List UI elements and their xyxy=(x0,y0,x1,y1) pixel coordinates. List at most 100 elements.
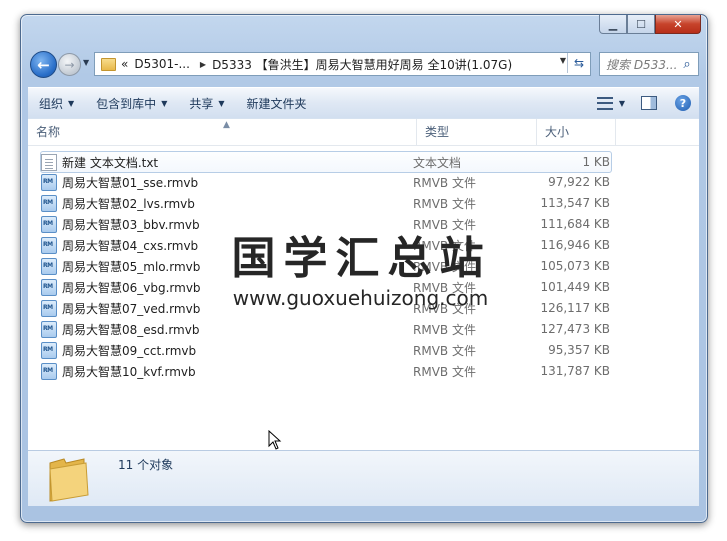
forward-button[interactable]: → xyxy=(58,53,81,76)
item-count: 11 个对象 xyxy=(118,458,174,472)
file-size: 95,357 KB xyxy=(548,343,610,357)
caption-buttons: ▁ ☐ ✕ xyxy=(599,15,701,34)
navigation-bar: ← → ▼ « D5301-... ▶ D5333 【鲁洪生】周易大智慧用好周易… xyxy=(28,50,699,78)
address-bar[interactable]: « D5301-... ▶ D5333 【鲁洪生】周易大智慧用好周易 全10讲(… xyxy=(94,52,591,76)
sort-ascending-icon: ▲ xyxy=(223,120,230,130)
rmvb-file-icon xyxy=(41,194,57,212)
file-type: RMVB 文件 xyxy=(413,217,476,232)
column-name[interactable]: 名称 ▲ xyxy=(28,119,417,145)
share-button[interactable]: 共享 ▼ xyxy=(178,95,235,112)
view-icon[interactable] xyxy=(596,96,613,110)
file-list-pane: 名称 ▲ 类型 大小 新建 文本文档.txt 文本文档 1 KB 周易大智慧01_sse… xyxy=(28,118,699,450)
column-type-label: 类型 xyxy=(425,125,450,139)
large-folder-icon xyxy=(46,455,90,502)
file-name: 周易大智慧04_cxs.rmvb xyxy=(62,238,199,253)
file-name: 新建 文本文档.txt xyxy=(62,155,159,170)
new-folder-button[interactable]: 新建文件夹 xyxy=(236,95,318,112)
folder-icon xyxy=(101,57,116,71)
rmvb-file-icon xyxy=(41,299,57,317)
file-name: 周易大智慧03_bbv.rmvb xyxy=(62,217,200,232)
file-name: 周易大智慧02_lvs.rmvb xyxy=(62,196,195,211)
file-type: RMVB 文件 xyxy=(413,259,476,274)
file-size: 1 KB xyxy=(582,155,610,169)
refresh-icon[interactable]: ⇆ xyxy=(567,53,590,73)
preview-pane-icon[interactable] xyxy=(641,96,657,110)
file-type: RMVB 文件 xyxy=(413,175,476,190)
file-row[interactable]: 周易大智慧07_ved.rmvb RMVB 文件 126,117 KB xyxy=(41,298,611,318)
breadcrumb-crumb2[interactable]: D5333 【鲁洪生】周易大智慧用好周易 全10讲(1.07G) xyxy=(212,56,512,73)
search-input[interactable]: 搜索 D533... xyxy=(600,56,680,73)
rmvb-file-icon xyxy=(41,278,57,296)
file-row[interactable]: 新建 文本文档.txt 文本文档 1 KB xyxy=(40,151,612,173)
file-type: RMVB 文件 xyxy=(413,238,476,253)
file-size: 105,073 KB xyxy=(540,259,610,273)
rmvb-file-icon xyxy=(41,257,57,275)
minimize-button[interactable]: ▁ xyxy=(599,15,627,34)
include-library-button[interactable]: 包含到库中 ▼ xyxy=(85,95,178,112)
rmvb-file-icon xyxy=(41,215,57,233)
address-dropdown-icon[interactable]: ▼ xyxy=(560,56,566,65)
file-type: RMVB 文件 xyxy=(413,280,476,295)
chevron-down-icon: ▼ xyxy=(218,98,225,108)
file-name: 周易大智慧01_sse.rmvb xyxy=(62,175,199,190)
close-button[interactable]: ✕ xyxy=(655,15,701,34)
file-name: 周易大智慧08_esd.rmvb xyxy=(62,322,200,337)
rmvb-file-icon xyxy=(41,173,57,191)
column-type[interactable]: 类型 xyxy=(417,119,537,145)
file-size: 131,787 KB xyxy=(540,364,610,378)
file-size: 111,684 KB xyxy=(540,217,610,231)
rmvb-file-icon xyxy=(41,320,57,338)
share-label: 共享 xyxy=(189,96,214,111)
file-row[interactable]: 周易大智慧09_cct.rmvb RMVB 文件 95,357 KB xyxy=(41,340,611,360)
file-name: 周易大智慧06_vbg.rmvb xyxy=(62,280,201,295)
column-header: 名称 ▲ 类型 大小 xyxy=(28,119,699,146)
text-file-icon xyxy=(41,153,57,171)
rmvb-file-icon xyxy=(41,341,57,359)
maximize-button[interactable]: ☐ xyxy=(627,15,655,34)
file-row[interactable]: 周易大智慧02_lvs.rmvb RMVB 文件 113,547 KB xyxy=(41,193,611,213)
file-size: 127,473 KB xyxy=(540,322,610,336)
history-dropdown-icon[interactable]: ▼ xyxy=(83,58,89,67)
file-size: 97,922 KB xyxy=(548,175,610,189)
breadcrumb-overflow[interactable]: « xyxy=(121,57,128,71)
file-row[interactable]: 周易大智慧03_bbv.rmvb RMVB 文件 111,684 KB xyxy=(41,214,611,234)
file-name: 周易大智慧09_cct.rmvb xyxy=(62,343,197,358)
file-type: 文本文档 xyxy=(413,155,462,170)
file-size: 113,547 KB xyxy=(540,196,610,210)
view-dropdown-icon[interactable]: ▼ xyxy=(619,99,625,108)
breadcrumb-chevron-icon[interactable]: ▶ xyxy=(200,60,206,69)
organize-button[interactable]: 组织 ▼ xyxy=(28,95,85,112)
organize-label: 组织 xyxy=(39,96,64,111)
column-size-label: 大小 xyxy=(545,125,570,139)
back-button[interactable]: ← xyxy=(30,51,57,78)
chevron-down-icon: ▼ xyxy=(68,98,75,108)
column-size[interactable]: 大小 xyxy=(537,119,616,145)
file-name: 周易大智慧10_kvf.rmvb xyxy=(62,364,196,379)
search-box[interactable]: 搜索 D533... ⌕ xyxy=(599,52,699,76)
file-row[interactable]: 周易大智慧05_mlo.rmvb RMVB 文件 105,073 KB xyxy=(41,256,611,276)
breadcrumb-crumb1[interactable]: D5301-... xyxy=(134,57,190,71)
include-library-label: 包含到库中 xyxy=(96,96,157,111)
file-size: 101,449 KB xyxy=(540,280,610,294)
rmvb-file-icon xyxy=(41,362,57,380)
column-name-label: 名称 xyxy=(36,125,61,139)
file-type: RMVB 文件 xyxy=(413,322,476,337)
file-type: RMVB 文件 xyxy=(413,301,476,316)
file-row[interactable]: 周易大智慧06_vbg.rmvb RMVB 文件 101,449 KB xyxy=(41,277,611,297)
command-bar: 组织 ▼ 包含到库中 ▼ 共享 ▼ 新建文件夹 ▼ ? xyxy=(28,87,699,119)
details-pane: 11 个对象 xyxy=(28,450,699,506)
file-row[interactable]: 周易大智慧08_esd.rmvb RMVB 文件 127,473 KB xyxy=(41,319,611,339)
file-row[interactable]: 周易大智慧01_sse.rmvb RMVB 文件 97,922 KB xyxy=(41,172,611,192)
file-row[interactable]: 周易大智慧10_kvf.rmvb RMVB 文件 131,787 KB xyxy=(41,361,611,381)
chevron-down-icon: ▼ xyxy=(161,98,168,108)
search-icon[interactable]: ⌕ xyxy=(680,57,694,72)
file-row[interactable]: 周易大智慧04_cxs.rmvb RMVB 文件 116,946 KB xyxy=(41,235,611,255)
file-name: 周易大智慧05_mlo.rmvb xyxy=(62,259,201,274)
toolbar-right: ▼ ? xyxy=(596,95,699,111)
file-name: 周易大智慧07_ved.rmvb xyxy=(62,301,201,316)
file-type: RMVB 文件 xyxy=(413,343,476,358)
file-size: 116,946 KB xyxy=(540,238,610,252)
help-icon[interactable]: ? xyxy=(675,95,691,111)
rmvb-file-icon xyxy=(41,236,57,254)
file-size: 126,117 KB xyxy=(540,301,610,315)
